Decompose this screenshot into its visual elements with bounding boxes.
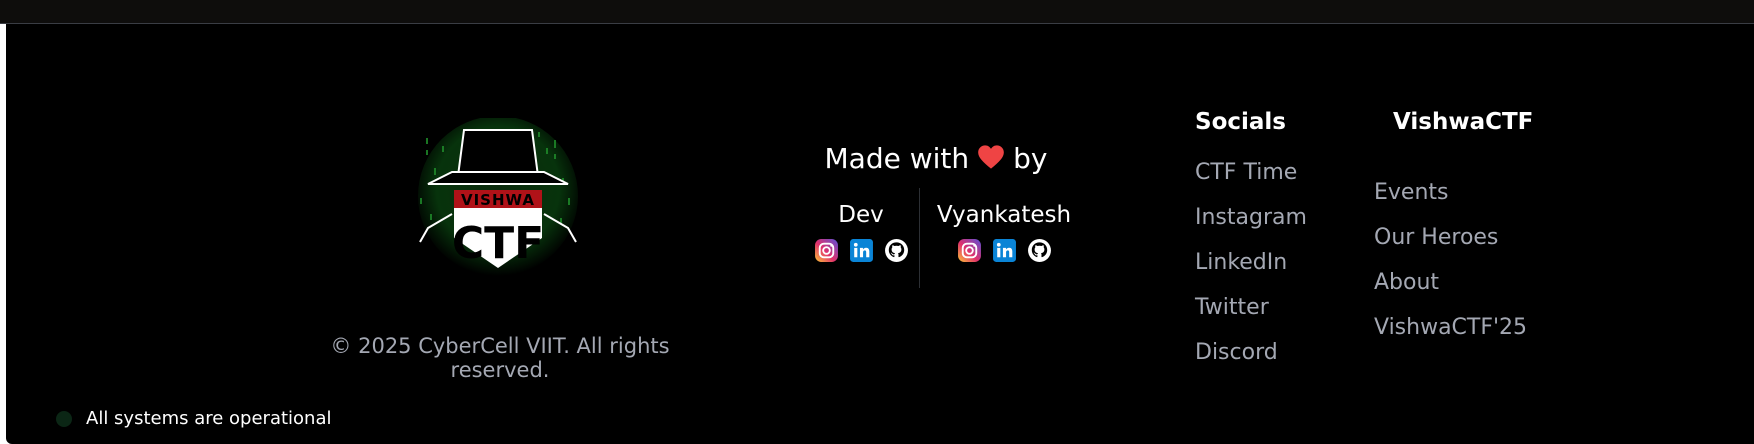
status-indicator-dot	[56, 410, 72, 427]
linkedin-icon[interactable]	[849, 238, 874, 263]
site-footer: VISHWA CTF © 2025 CyberCell VIIT. All ri…	[6, 24, 1754, 444]
link-about[interactable]: About	[1374, 270, 1439, 295]
link-linkedin[interactable]: LinkedIn	[1195, 250, 1287, 275]
made-with-suffix: by	[1013, 142, 1048, 175]
linkedin-icon[interactable]	[992, 238, 1017, 263]
developer-vyankatesh: Vyankatesh	[932, 202, 1076, 263]
credits-divider	[919, 188, 920, 288]
socials-heading: Socials	[1195, 109, 1286, 135]
system-status: All systems are operational	[56, 408, 332, 429]
copyright-text: © 2025 CyberCell VIIT. All rights reserv…	[330, 334, 670, 382]
svg-text:VISHWA: VISHWA	[461, 191, 535, 209]
developer-dev: Dev	[806, 202, 916, 263]
link-vishwactf-25[interactable]: VishwaCTF'25	[1374, 315, 1527, 340]
svg-text:CTF: CTF	[452, 218, 544, 269]
link-ctf-time[interactable]: CTF Time	[1195, 160, 1297, 185]
made-with-prefix: Made with	[824, 142, 970, 175]
link-our-heroes[interactable]: Our Heroes	[1374, 225, 1498, 250]
instagram-icon[interactable]	[957, 238, 982, 263]
made-with-heading: Made with by	[816, 142, 1056, 177]
github-icon[interactable]	[884, 238, 909, 263]
developer-name: Dev	[838, 202, 884, 228]
github-icon[interactable]	[1027, 238, 1052, 263]
link-instagram[interactable]: Instagram	[1195, 205, 1307, 230]
status-text: All systems are operational	[86, 408, 332, 429]
link-events[interactable]: Events	[1374, 180, 1449, 205]
top-bar	[0, 0, 1754, 24]
heart-icon	[977, 144, 1005, 177]
developer-name: Vyankatesh	[936, 202, 1072, 228]
instagram-icon[interactable]	[814, 238, 839, 263]
link-discord[interactable]: Discord	[1195, 340, 1278, 365]
vishwactf-heading: VishwaCTF	[1393, 109, 1534, 135]
vishwactf-logo[interactable]: VISHWA CTF	[406, 116, 590, 278]
link-twitter[interactable]: Twitter	[1195, 295, 1269, 320]
